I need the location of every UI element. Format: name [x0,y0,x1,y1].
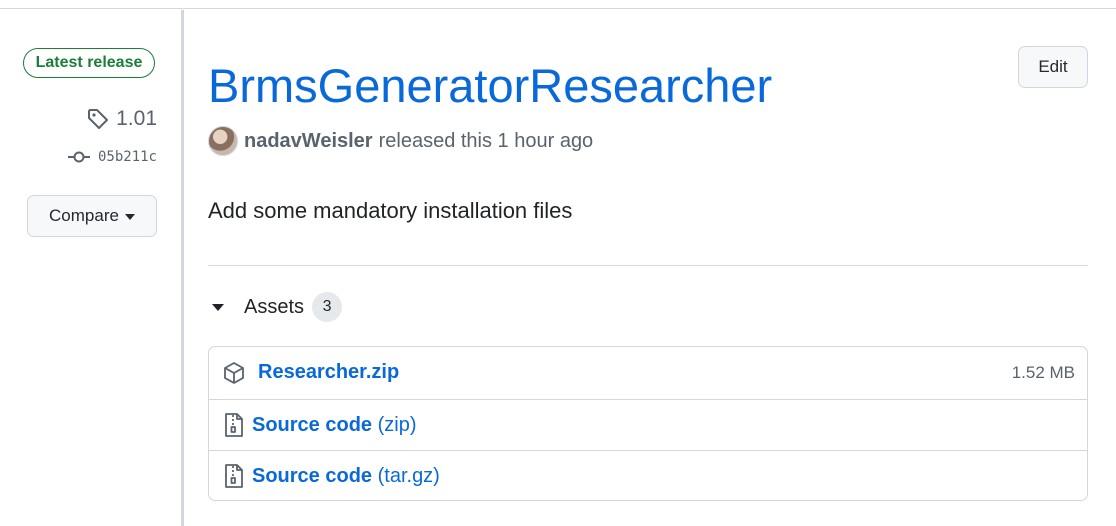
chevron-down-icon [124,214,135,220]
assets-heading: Assets [244,295,305,318]
tag-label: 1.01 [116,107,157,130]
release-description: Add some mandatory installation files [208,198,573,223]
file-zip-icon [221,412,247,438]
release-title[interactable]: BrmsGeneratorResearcher [208,58,772,114]
compare-button[interactable]: Compare [27,195,157,237]
asset-suffix: (tar.gz) [377,464,440,487]
asset-link[interactable]: Researcher.zip [258,361,399,384]
asset-suffix: (zip) [377,413,417,436]
asset-link[interactable]: Source code (zip) [252,414,417,437]
avatar[interactable] [208,126,238,156]
asset-name: Source code [252,413,373,436]
assets-toggle[interactable]: Assets 3 [212,292,343,322]
edit-button[interactable]: Edit [1018,46,1088,88]
asset-size: 1.52 MB [1011,362,1075,382]
release-tag-link[interactable]: 1.01 [86,106,157,132]
triangle-down-icon [212,303,224,311]
assets-list: Researcher.zip 1.52 MB Source code (zip) [208,346,1088,501]
asset-name: Source code [252,464,373,487]
package-icon [221,360,247,386]
top-border [0,8,1116,9]
commit-sha: 05b211c [97,149,157,165]
compare-label: Compare [49,206,119,225]
sidebar-divider [181,10,184,526]
latest-release-badge: Latest release [23,48,155,78]
commit-link[interactable]: 05b211c [67,146,157,168]
divider [208,265,1088,266]
list-item: Source code (tar.gz) [209,450,1087,501]
asset-link[interactable]: Source code (tar.gz) [252,465,440,488]
list-item: Source code (zip) [209,399,1087,450]
release-byline: nadavWeisler released this 1 hour ago [208,126,593,156]
file-zip-icon [221,463,247,489]
git-commit-icon [67,151,90,163]
tag-icon [88,109,109,129]
asset-name: Researcher.zip [258,361,400,383]
author-link[interactable]: nadavWeisler [244,130,373,153]
assets-count-badge: 3 [312,292,343,322]
list-item: Researcher.zip 1.52 MB [209,347,1087,398]
released-text: released this 1 hour ago [378,129,594,152]
